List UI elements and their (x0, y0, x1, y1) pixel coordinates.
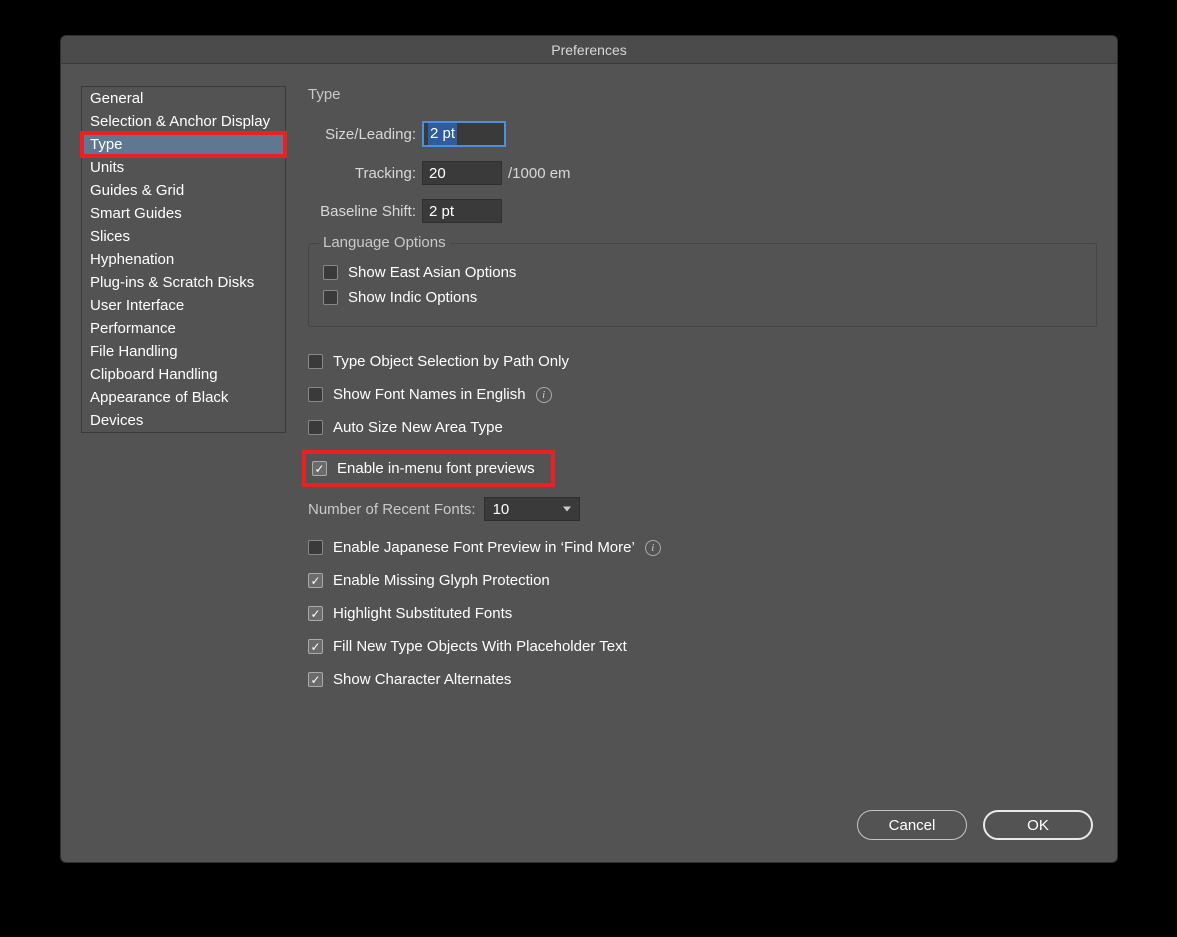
select-recent-fonts[interactable]: 10 (484, 497, 580, 521)
checkbox-placeholder[interactable] (308, 639, 323, 654)
row-missing-glyph: Enable Missing Glyph Protection (308, 572, 1097, 589)
checkbox-in-menu-preview[interactable] (312, 461, 327, 476)
label-tracking: Tracking: (308, 165, 416, 182)
row-tracking: Tracking: /1000 em (308, 161, 1097, 185)
baseline-shift-field[interactable] (422, 199, 502, 223)
label-baseline-shift: Baseline Shift: (308, 203, 416, 220)
sidebar-item-label: Type (90, 136, 123, 153)
sidebar-item-slices[interactable]: Slices (82, 225, 285, 248)
sidebar-item-label: Smart Guides (90, 205, 182, 222)
size-leading-value: 2 pt (428, 123, 457, 145)
checkbox-font-names-english[interactable] (308, 387, 323, 402)
checkbox-missing-glyph[interactable] (308, 573, 323, 588)
sidebar-item-label: Appearance of Black (90, 389, 228, 406)
fieldset-language-options: Language Options Show East Asian Options… (308, 243, 1097, 327)
sidebar-item-devices[interactable]: Devices (82, 409, 285, 432)
sidebar-item-label: Selection & Anchor Display (90, 113, 270, 130)
label-recent-fonts: Number of Recent Fonts: (308, 501, 476, 518)
row-indic: Show Indic Options (323, 289, 1082, 306)
checkbox-auto-size[interactable] (308, 420, 323, 435)
footer: Cancel OK (61, 810, 1117, 862)
label-type-object-path: Type Object Selection by Path Only (333, 353, 569, 370)
sidebar-item-appearance-black[interactable]: Appearance of Black (82, 386, 285, 409)
label-indic: Show Indic Options (348, 289, 477, 306)
sidebar-item-smart-guides[interactable]: Smart Guides (82, 202, 285, 225)
sidebar-item-plugins-scratch[interactable]: Plug-ins & Scratch Disks (82, 271, 285, 294)
label-font-names-english: Show Font Names in English (333, 386, 526, 403)
size-leading-field[interactable]: 2 pt (422, 121, 506, 147)
sidebar-item-type[interactable]: Type (82, 133, 285, 156)
label-east-asian: Show East Asian Options (348, 264, 516, 281)
checkbox-highlight-sub[interactable] (308, 606, 323, 621)
info-icon[interactable]: i (645, 540, 661, 556)
sidebar-item-label: Slices (90, 228, 130, 245)
sidebar-item-performance[interactable]: Performance (82, 317, 285, 340)
content-area: General Selection & Anchor Display Type … (61, 64, 1117, 810)
row-type-object-path: Type Object Selection by Path Only (308, 353, 1097, 370)
label-size-leading: Size/Leading: (308, 126, 416, 143)
label-jp-preview: Enable Japanese Font Preview in ‘Find Mo… (333, 539, 635, 556)
ok-button-label: OK (1027, 817, 1049, 834)
sidebar-item-clipboard-handling[interactable]: Clipboard Handling (82, 363, 285, 386)
sidebar-item-label: Devices (90, 412, 143, 429)
row-jp-preview: Enable Japanese Font Preview in ‘Find Mo… (308, 539, 1097, 556)
row-font-names-english: Show Font Names in English i (308, 386, 1097, 403)
checkbox-char-alt[interactable] (308, 672, 323, 687)
row-size-leading: Size/Leading: 2 pt (308, 121, 1097, 147)
panel-heading: Type (308, 86, 1097, 103)
label-in-menu-preview: Enable in-menu font previews (337, 460, 535, 477)
window-title: Preferences (551, 42, 626, 58)
sidebar-item-label: Plug-ins & Scratch Disks (90, 274, 254, 291)
row-highlight-sub: Highlight Substituted Fonts (308, 605, 1097, 622)
sidebar-item-label: Performance (90, 320, 176, 337)
cancel-button-label: Cancel (889, 817, 936, 834)
tracking-unit: /1000 em (508, 165, 571, 182)
label-highlight-sub: Highlight Substituted Fonts (333, 605, 512, 622)
sidebar-item-label: User Interface (90, 297, 184, 314)
sidebar-item-file-handling[interactable]: File Handling (82, 340, 285, 363)
sidebar-item-user-interface[interactable]: User Interface (82, 294, 285, 317)
row-recent-fonts: Number of Recent Fonts: 10 (308, 497, 1097, 521)
sidebar-item-general[interactable]: General (82, 87, 285, 110)
sidebar: General Selection & Anchor Display Type … (81, 86, 286, 433)
main-panel: Type Size/Leading: 2 pt Tracking: /1000 … (308, 86, 1097, 800)
row-east-asian: Show East Asian Options (323, 264, 1082, 281)
row-auto-size: Auto Size New Area Type (308, 419, 1097, 436)
select-recent-fonts-value: 10 (493, 501, 510, 518)
highlight-in-menu-preview: Enable in-menu font previews (302, 450, 555, 487)
checkbox-east-asian[interactable] (323, 265, 338, 280)
row-baseline-shift: Baseline Shift: (308, 199, 1097, 223)
sidebar-item-label: General (90, 90, 143, 107)
row-char-alt: Show Character Alternates (308, 671, 1097, 688)
sidebar-item-hyphenation[interactable]: Hyphenation (82, 248, 285, 271)
sidebar-item-label: Guides & Grid (90, 182, 184, 199)
row-placeholder: Fill New Type Objects With Placeholder T… (308, 638, 1097, 655)
titlebar: Preferences (61, 36, 1117, 64)
label-missing-glyph: Enable Missing Glyph Protection (333, 572, 550, 589)
tracking-field[interactable] (422, 161, 502, 185)
cancel-button[interactable]: Cancel (857, 810, 967, 840)
sidebar-item-selection-anchor[interactable]: Selection & Anchor Display (82, 110, 285, 133)
checkbox-indic[interactable] (323, 290, 338, 305)
label-char-alt: Show Character Alternates (333, 671, 511, 688)
sidebar-item-label: Clipboard Handling (90, 366, 218, 383)
checkbox-jp-preview[interactable] (308, 540, 323, 555)
legend-language-options: Language Options (319, 234, 450, 251)
sidebar-item-label: File Handling (90, 343, 178, 360)
checkbox-type-object-path[interactable] (308, 354, 323, 369)
preferences-window: Preferences General Selection & Anchor D… (60, 35, 1118, 863)
sidebar-item-units[interactable]: Units (82, 156, 285, 179)
sidebar-item-guides-grid[interactable]: Guides & Grid (82, 179, 285, 202)
ok-button[interactable]: OK (983, 810, 1093, 840)
label-auto-size: Auto Size New Area Type (333, 419, 503, 436)
sidebar-item-label: Hyphenation (90, 251, 174, 268)
sidebar-item-label: Units (90, 159, 124, 176)
label-placeholder: Fill New Type Objects With Placeholder T… (333, 638, 627, 655)
info-icon[interactable]: i (536, 387, 552, 403)
